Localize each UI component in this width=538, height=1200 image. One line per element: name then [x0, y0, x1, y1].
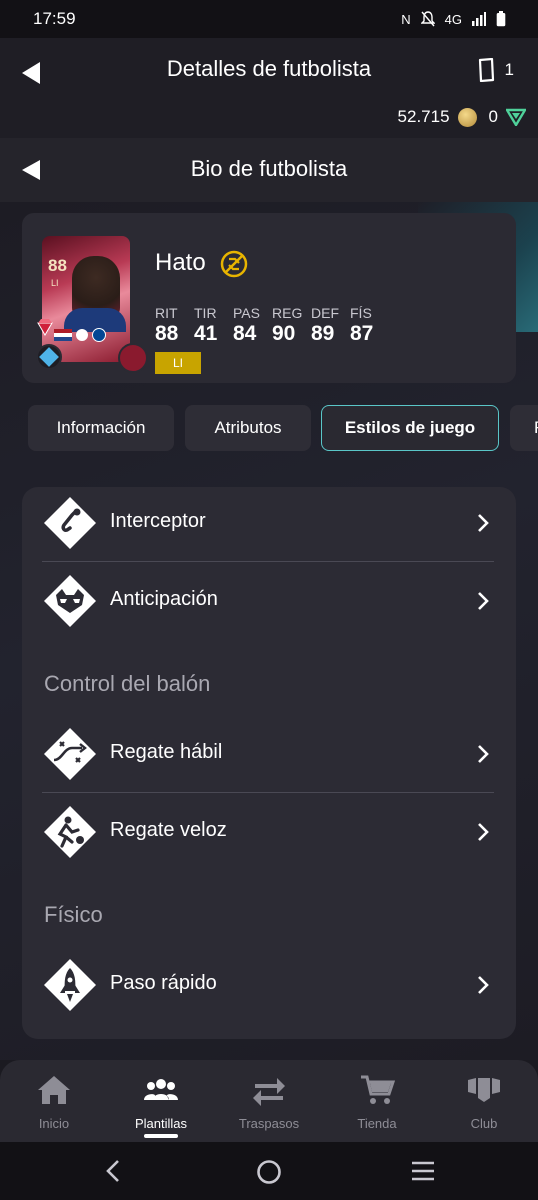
card-badges	[54, 328, 106, 342]
nav-tienda[interactable]: Tienda	[323, 1060, 431, 1142]
rocket-icon	[44, 959, 96, 1011]
stat-tir: TIR 41	[194, 305, 218, 345]
chemistry-dot	[118, 343, 148, 373]
interceptor-icon	[44, 497, 96, 549]
tab-partial[interactable]: F	[510, 405, 538, 451]
playstyle-label: Anticipación	[110, 588, 218, 610]
stat-reg: REG 90	[272, 305, 303, 345]
player-summary-card: 88 LI Hato RIT 88 TIR 41 PAS 84 REG 90 DEF 89…	[22, 213, 516, 383]
playstyle-label: Interceptor	[110, 510, 206, 532]
list-item-regate-veloz[interactable]: Regate veloz	[22, 796, 516, 866]
section-title: Bio de futbolista	[190, 156, 348, 181]
nation-flag-icon	[54, 329, 72, 341]
nav-inicio[interactable]: Inicio	[0, 1060, 108, 1142]
tab-estilos-de-juego[interactable]: Estilos de juego	[321, 405, 499, 451]
raccoon-icon	[44, 575, 96, 627]
chevron-right-icon	[478, 592, 489, 610]
nav-plantillas[interactable]: Plantillas	[107, 1060, 215, 1142]
nav-label: Plantillas	[134, 1116, 188, 1131]
points-value: 0	[488, 107, 498, 126]
cart-icon	[361, 1075, 395, 1104]
sub-header: Bio de futbolista	[0, 138, 538, 202]
position-badge: LI	[155, 352, 201, 374]
stat-pas: PAS 84	[233, 305, 260, 345]
untradeable-icon	[220, 250, 248, 278]
nav-traspasos[interactable]: Traspasos	[215, 1060, 323, 1142]
active-indicator	[144, 1134, 178, 1138]
chevron-right-icon	[478, 976, 489, 994]
system-navigation-bar	[0, 1142, 538, 1200]
card-rating: 88	[48, 256, 67, 275]
transfer-icon	[253, 1078, 285, 1106]
chevron-right-icon	[478, 514, 489, 532]
nav-label: Traspasos	[238, 1116, 300, 1131]
playstyles-panel: Interceptor Anticipación Control del bal…	[22, 487, 516, 1039]
network-label: 4G	[444, 11, 462, 27]
stat-def: DEF 89	[311, 305, 339, 345]
status-bar: 17:59 N 4G	[0, 0, 538, 38]
rarity-gem-icon	[37, 319, 53, 336]
card-position: LI	[51, 278, 59, 288]
status-icons: N 4G	[401, 11, 506, 27]
club-icon	[468, 1078, 500, 1102]
coins-value: 52.715	[397, 107, 450, 126]
section-title-fisico: Físico	[44, 902, 103, 927]
divider	[42, 792, 494, 793]
stat-fis: FÍS 87	[350, 305, 374, 345]
playstyle-label: Regate hábil	[110, 741, 223, 763]
player-name: Hato	[155, 249, 206, 276]
currency-bar: 52.715 0	[398, 107, 526, 127]
bottom-navigation: Inicio Plantillas Traspasos Tienda Club	[0, 1060, 538, 1142]
stat-rit: RIT 88	[155, 305, 179, 345]
system-back-icon[interactable]	[104, 1159, 122, 1183]
home-icon	[38, 1076, 70, 1104]
nav-label: Tienda	[357, 1116, 397, 1131]
bio-tabs: Información Atributos Estilos de juego F	[0, 405, 538, 451]
chevron-right-icon	[478, 823, 489, 841]
tab-atributos[interactable]: Atributos	[185, 405, 311, 451]
top-bar: Detalles de futbolista 1 52.715 0	[0, 38, 538, 138]
player-stats: RIT 88 TIR 41 PAS 84 REG 90 DEF 89 FÍS 87	[155, 305, 389, 346]
list-item-paso-rapido[interactable]: Paso rápido	[22, 949, 516, 1019]
nav-club[interactable]: Club	[430, 1060, 538, 1142]
device-icon	[478, 58, 494, 82]
league-badge-icon	[76, 329, 88, 341]
technical-dribble-icon	[44, 728, 96, 780]
squad-icon	[144, 1079, 178, 1100]
nfc-icon: N	[401, 11, 411, 27]
playstyle-label: Regate veloz	[110, 819, 227, 841]
chevron-right-icon	[478, 745, 489, 763]
signal-icon	[472, 12, 486, 26]
nav-label: Club	[470, 1116, 498, 1131]
playstyle-badge-icon	[36, 344, 62, 370]
player-item-card[interactable]: 88 LI	[42, 236, 130, 362]
status-time: 17:59	[33, 9, 76, 28]
divider	[42, 561, 494, 562]
points-icon	[506, 108, 526, 126]
battery-icon	[496, 11, 506, 27]
playstyle-label: Paso rápido	[110, 972, 217, 994]
system-home-icon[interactable]	[256, 1159, 282, 1185]
bell-off-icon	[420, 11, 435, 27]
coin-icon	[457, 107, 477, 127]
list-item-interceptor[interactable]: Interceptor	[22, 487, 516, 557]
club-badge-icon	[92, 328, 106, 342]
tab-informacion[interactable]: Información	[28, 405, 174, 451]
system-menu-icon[interactable]	[410, 1159, 436, 1183]
list-item-anticipacion[interactable]: Anticipación	[22, 565, 516, 635]
nav-label: Inicio	[38, 1116, 70, 1131]
page-title: Detalles de futbolista	[166, 56, 372, 81]
list-item-regate-habil[interactable]: Regate hábil	[22, 718, 516, 788]
devices-count: 1	[504, 60, 514, 79]
section-title-control: Control del balón	[44, 671, 211, 696]
rapid-dribble-icon	[44, 806, 96, 858]
devices-counter[interactable]: 1	[477, 58, 514, 82]
